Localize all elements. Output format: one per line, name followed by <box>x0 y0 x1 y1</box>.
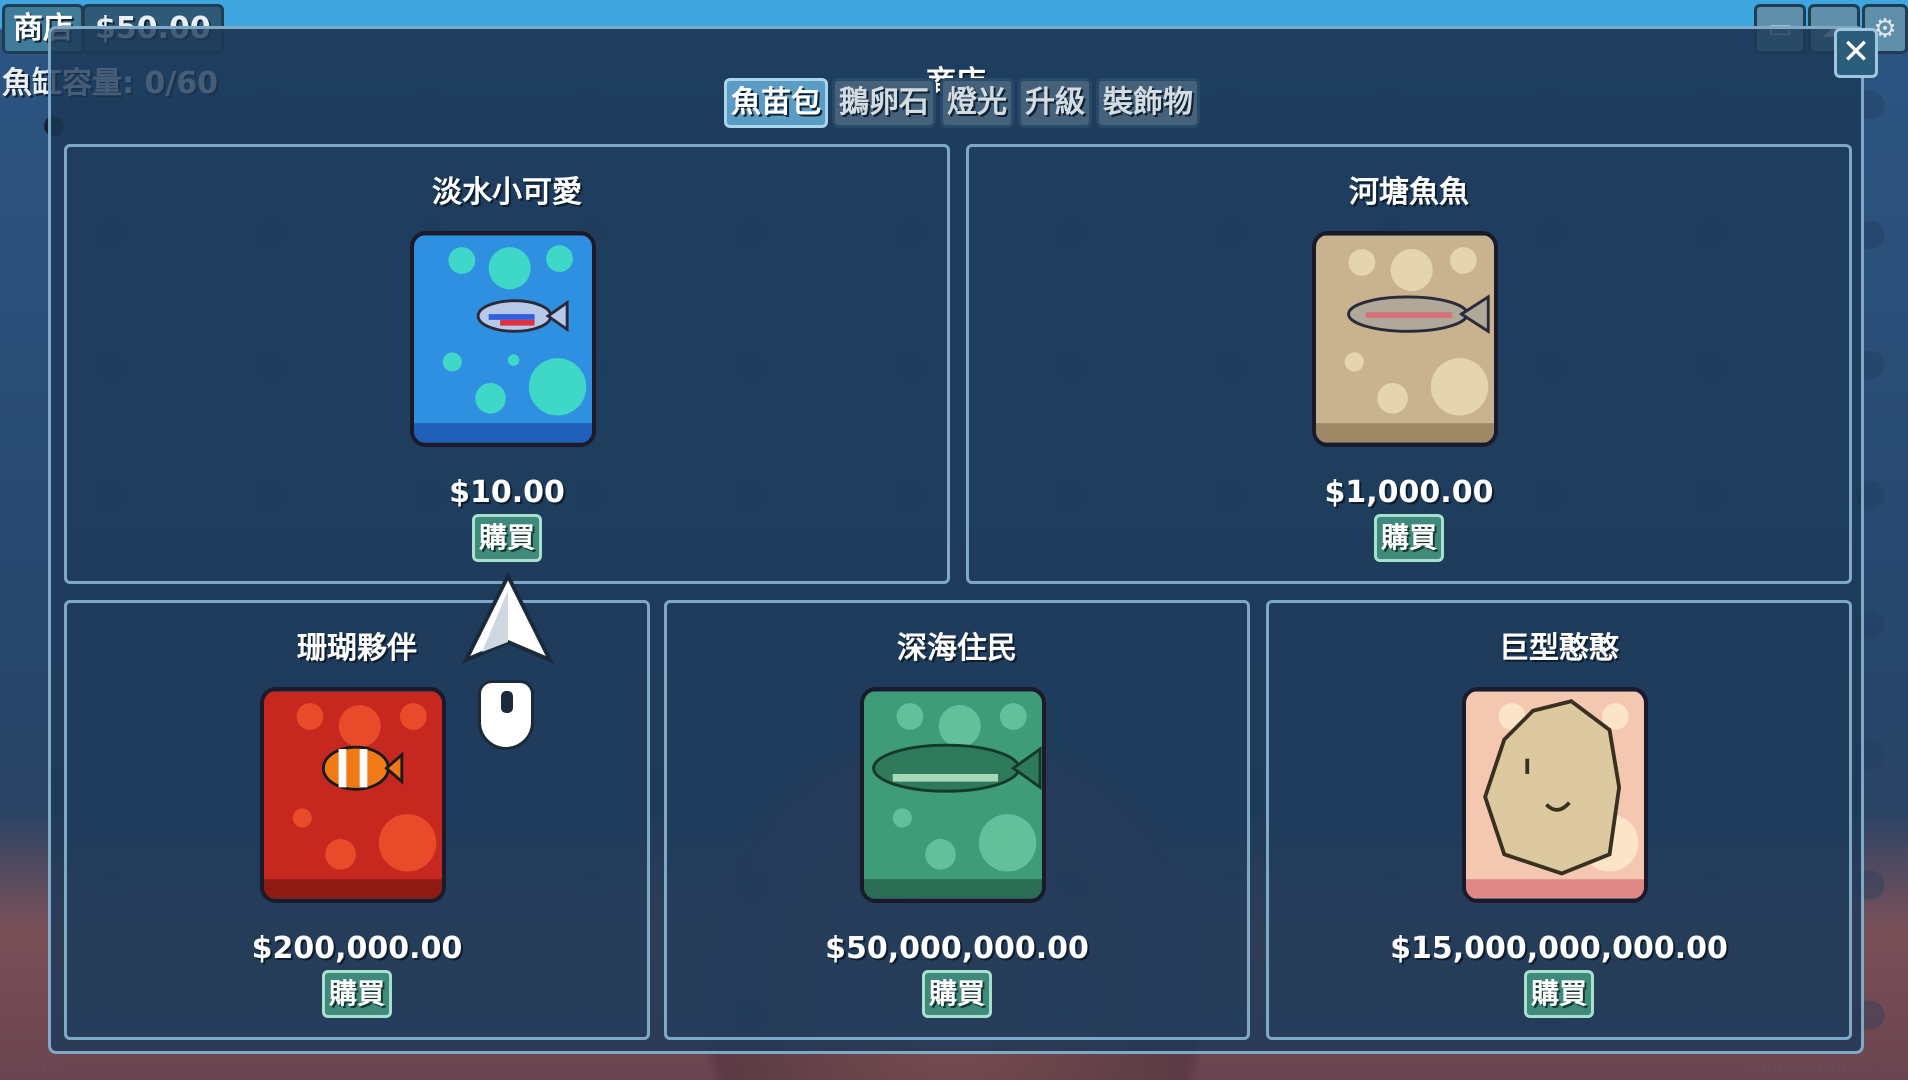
sunfish-icon <box>1466 691 1644 899</box>
shop-tabs: 魚苗包 鵝卵石 燈光 升級 裝飾物 <box>724 78 1200 128</box>
coral-pack-image[interactable] <box>260 687 446 903</box>
freshwater-pack-image[interactable] <box>410 231 596 447</box>
tab-upgrades[interactable]: 升級 <box>1018 78 1092 128</box>
pack-name: 河塘魚魚 <box>1349 175 1469 210</box>
buy-button-freshwater[interactable]: 購買 <box>471 514 543 562</box>
tab-fry-packs[interactable]: 魚苗包 <box>724 78 828 128</box>
mouse-hint-icon <box>478 680 534 750</box>
pack-price: $10.00 <box>449 475 565 510</box>
neon-tetra-icon <box>414 235 592 443</box>
version-label: chillquarium v 1.0 <box>1745 1057 1908 1076</box>
deepsea-pack-image[interactable] <box>860 687 1046 903</box>
buy-button-coral[interactable]: 購買 <box>321 970 393 1018</box>
buy-button-pond[interactable]: 購買 <box>1373 514 1445 562</box>
trout-icon <box>1316 235 1494 443</box>
tab-decorations[interactable]: 裝飾物 <box>1096 78 1200 128</box>
tab-pebbles[interactable]: 鵝卵石 <box>832 78 936 128</box>
fps-counter: 59 FPS <box>2 1057 65 1076</box>
pack-name: 深海住民 <box>897 631 1017 666</box>
pack-price: $200,000.00 <box>251 931 463 966</box>
pack-name: 淡水小可愛 <box>432 175 582 210</box>
bass-icon <box>864 691 1042 899</box>
pack-price: $50,000,000.00 <box>825 931 1089 966</box>
pond-pack-image[interactable] <box>1312 231 1498 447</box>
clownfish-icon <box>264 691 442 899</box>
pointer-cursor-icon <box>462 572 554 664</box>
pack-name: 巨型憨憨 <box>1499 631 1619 666</box>
tab-lights[interactable]: 燈光 <box>940 78 1014 128</box>
pack-price: $1,000.00 <box>1324 475 1494 510</box>
pack-price: $15,000,000,000.00 <box>1390 931 1728 966</box>
buy-button-giant[interactable]: 購買 <box>1523 970 1595 1018</box>
buy-button-deepsea[interactable]: 購買 <box>921 970 993 1018</box>
pack-name: 珊瑚夥伴 <box>297 631 417 666</box>
giant-pack-image[interactable] <box>1462 687 1648 903</box>
close-button[interactable]: ✕ <box>1834 28 1878 78</box>
